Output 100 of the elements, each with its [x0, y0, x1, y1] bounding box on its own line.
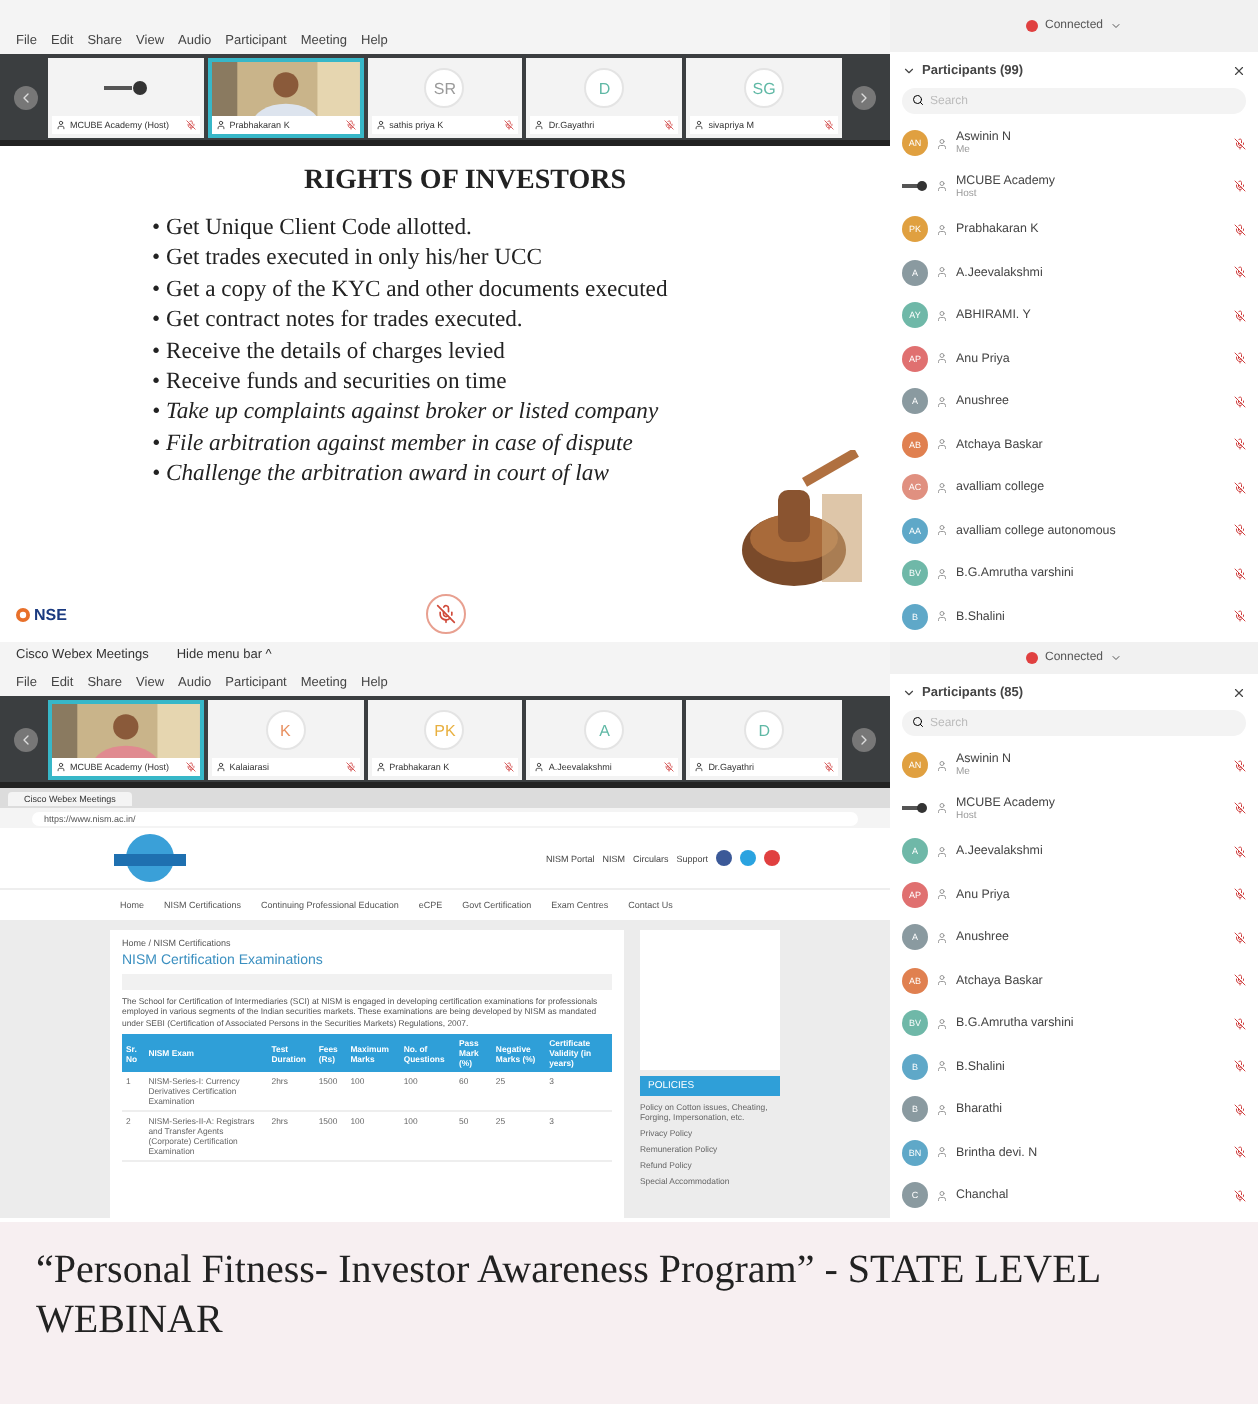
- user-icon: [936, 1146, 948, 1159]
- user-icon: [534, 761, 545, 771]
- avatar: PK: [424, 710, 465, 750]
- avatar: K: [265, 710, 306, 750]
- mic-off-icon: [1234, 974, 1246, 987]
- avatar: SG: [744, 68, 785, 108]
- bullet-text: • File arbitration against member in case of dispute: [152, 429, 635, 456]
- search-icon: [912, 716, 924, 728]
- mic-off-icon: [1234, 481, 1246, 494]
- user-icon: [936, 395, 948, 408]
- bullet-text: • Get contract notes for trades executed.: [152, 306, 525, 333]
- mic-off-icon: [1234, 309, 1246, 322]
- logo: NSE: [16, 605, 67, 623]
- record-icon: [1026, 20, 1039, 32]
- user-icon: [936, 1060, 948, 1073]
- user-icon: [936, 309, 948, 322]
- mic-off-icon: [664, 119, 675, 129]
- mic-off-icon: [345, 761, 356, 771]
- user-icon: [936, 481, 948, 494]
- avatar: D: [744, 710, 785, 750]
- previous-button[interactable]: [14, 727, 38, 751]
- bullet-text: • Challenge the arbitration award in court of law: [152, 460, 611, 487]
- avatar: A: [584, 710, 625, 750]
- bullet-text: • Get Unique Client Code allotted.: [152, 214, 474, 240]
- mic-off-icon: [1234, 1017, 1246, 1030]
- user-icon: [936, 1017, 948, 1030]
- user-icon: [56, 761, 66, 771]
- mic-off-icon: [1234, 180, 1246, 193]
- user-icon: [936, 845, 948, 858]
- user-icon: [215, 761, 226, 771]
- bullet-text: • Get trades executed in only his/her UCC: [152, 244, 544, 271]
- user-icon: [936, 1103, 948, 1116]
- caret-icon: [1109, 20, 1122, 32]
- user-icon: [694, 119, 705, 129]
- bullet-text: • Take up complaints against broker or listed company: [152, 398, 661, 425]
- avatar: D: [584, 68, 625, 108]
- user-icon: [936, 974, 948, 987]
- mic-off-icon: [1234, 610, 1246, 623]
- collapse-icon[interactable]: [902, 685, 916, 699]
- user-icon: [936, 180, 948, 193]
- bullet-text: • Receive the details of charges levied: [152, 337, 507, 364]
- next-button[interactable]: [851, 727, 876, 751]
- mic-off-icon: [1234, 223, 1246, 236]
- close-icon[interactable]: [1232, 685, 1246, 699]
- user-icon: [936, 610, 948, 623]
- slide-title: RIGHTS OF INVESTORS: [301, 166, 629, 198]
- user-icon: [56, 119, 66, 129]
- mute-button[interactable]: [425, 594, 465, 634]
- user-icon: [936, 888, 948, 901]
- mic-off-icon: [1234, 352, 1246, 365]
- user-icon: [936, 137, 948, 150]
- collapse-icon[interactable]: [902, 63, 916, 77]
- mic-off-icon: [504, 119, 515, 129]
- logo-icon: [110, 832, 190, 884]
- user-icon: [936, 438, 948, 451]
- previous-button[interactable]: [14, 85, 38, 109]
- user-icon: [375, 761, 386, 771]
- mic-off-icon: [664, 761, 675, 771]
- logo-icon: [103, 80, 148, 96]
- mic-off-icon: [185, 119, 196, 129]
- mic-off-icon: [1234, 1060, 1246, 1073]
- mic-off-icon: [504, 761, 515, 771]
- chevron-left-icon: [18, 731, 34, 747]
- user-icon: [936, 352, 948, 365]
- mic-off-icon: [1234, 438, 1246, 451]
- close-icon[interactable]: [1232, 63, 1246, 77]
- search-icon: [912, 94, 924, 106]
- mic-off-icon: [185, 761, 196, 771]
- mic-off-icon: [1234, 395, 1246, 408]
- mic-off-icon: [1234, 802, 1246, 815]
- user-icon: [694, 761, 705, 771]
- bullet-text: • Receive funds and securities on time: [152, 367, 509, 394]
- mic-off-icon: [345, 119, 356, 129]
- chevron-left-icon: [18, 89, 34, 105]
- caption: “Personal Fitness- Investor Awareness Program” - STATE LEVEL WEBINAR: [34, 1245, 1102, 1345]
- avatar: SR: [424, 68, 465, 108]
- next-button[interactable]: [851, 85, 876, 109]
- mic-off-icon: [1234, 266, 1246, 279]
- mic-off-icon: [1234, 1146, 1246, 1159]
- mic-off-icon: [1234, 1189, 1246, 1202]
- user-icon: [534, 119, 545, 129]
- user-icon: [936, 759, 948, 772]
- mic-off-icon: [1234, 524, 1246, 537]
- mic-off-icon: [1234, 931, 1246, 944]
- mic-off-icon: [1234, 1103, 1246, 1116]
- user-icon: [936, 524, 948, 537]
- record-icon: [1026, 652, 1039, 664]
- mic-off-icon: [1234, 137, 1246, 150]
- user-icon: [215, 119, 226, 129]
- user-icon: [936, 931, 948, 944]
- caret-icon: [1109, 652, 1122, 664]
- mic-off-icon: [1234, 845, 1246, 858]
- mic-off-icon: [823, 119, 834, 129]
- user-icon: [936, 1189, 948, 1202]
- mic-off-icon: [435, 604, 455, 624]
- user-icon: [936, 802, 948, 815]
- user-icon: [936, 266, 948, 279]
- user-icon: [375, 119, 386, 129]
- mic-off-icon: [1234, 567, 1246, 580]
- mic-off-icon: [1234, 888, 1246, 901]
